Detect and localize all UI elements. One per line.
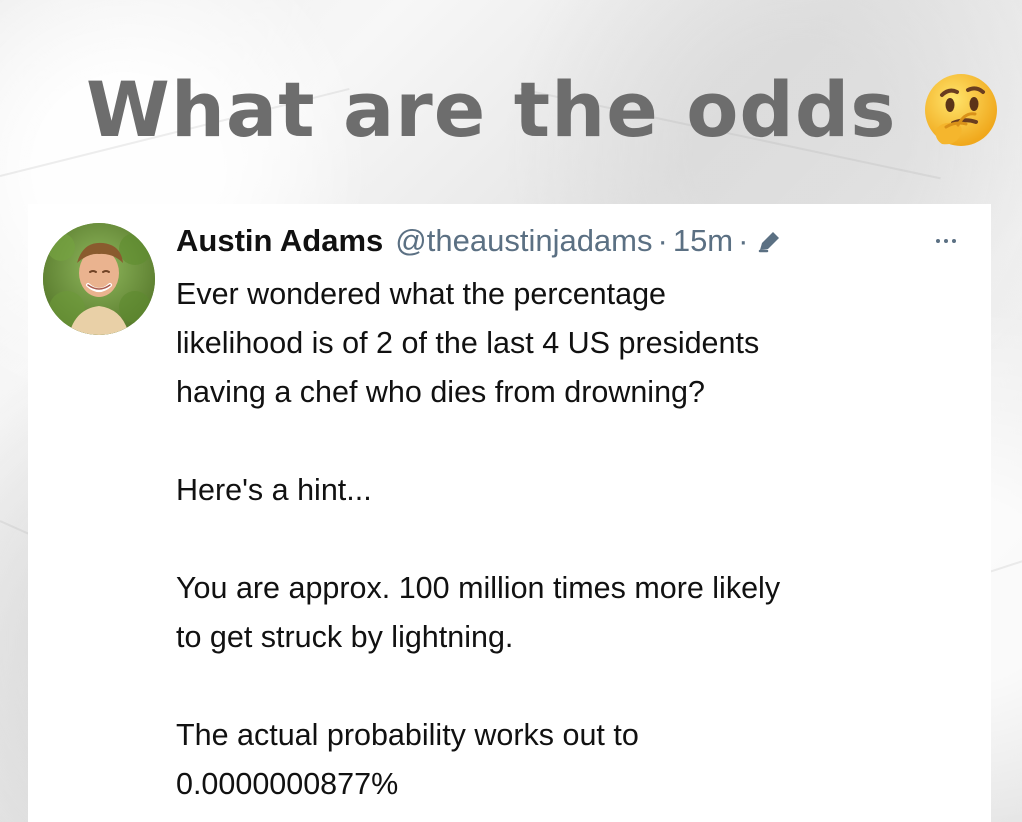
tweet-header: Austin Adams @theaustinjadams · 15m · xyxy=(176,221,976,261)
tweet-line: You are approx. 100 million times more l… xyxy=(176,571,781,605)
more-options-dot xyxy=(944,239,948,243)
thinking-face-icon xyxy=(918,67,1004,153)
tweet-paragraph: You are approx. 100 million times more l… xyxy=(176,564,966,662)
tweet-line: Here's a hint... xyxy=(176,473,372,507)
more-options-dot xyxy=(936,239,940,243)
tweet-card: Austin Adams @theaustinjadams · 15m · Ev… xyxy=(28,204,991,822)
author-handle[interactable]: @theaustinjadams xyxy=(395,223,652,259)
tweet-line: having a chef who dies from drowning? xyxy=(176,375,705,409)
tweet-line: The actual probability works out to xyxy=(176,718,639,752)
tweet-line: Ever wondered what the percentage xyxy=(176,277,667,311)
edit-icon xyxy=(755,227,784,256)
tweet-line: likelihood is of 2 of the last 4 US pres… xyxy=(176,326,760,360)
tweet-line: 0.0000000877% xyxy=(176,767,399,801)
tweet-paragraph: Ever wondered what the percentage likeli… xyxy=(176,270,966,417)
tweet-line: to get struck by lightning. xyxy=(176,620,514,654)
page-headline: What are the odds xyxy=(86,65,897,154)
tweet-paragraph: Here's a hint... xyxy=(176,466,966,515)
meta-separator: · xyxy=(657,223,668,258)
more-options-dot xyxy=(952,239,956,243)
tweet-time[interactable]: 15m xyxy=(673,223,733,259)
more-options-icon[interactable] xyxy=(936,231,956,251)
tweet-paragraph: The actual probability works out to 0.00… xyxy=(176,711,966,809)
avatar[interactable] xyxy=(43,223,155,335)
meta-separator: · xyxy=(738,223,749,258)
author-name[interactable]: Austin Adams xyxy=(176,223,383,259)
headline-section: What are the odds xyxy=(86,55,1006,165)
tweet-body: Ever wondered what the percentage likeli… xyxy=(176,270,966,809)
